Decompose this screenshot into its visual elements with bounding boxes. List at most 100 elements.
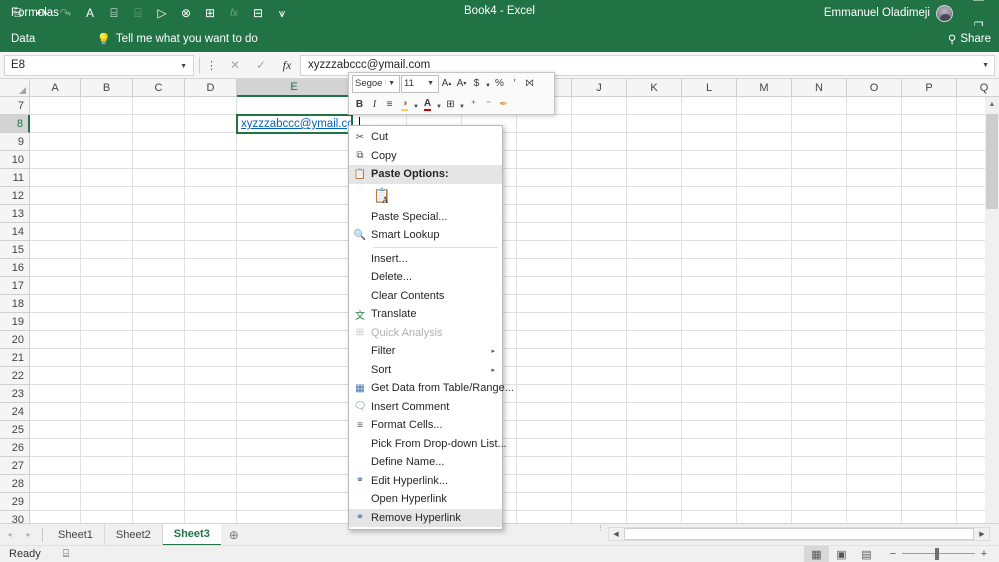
row-header-19[interactable]: 19 xyxy=(0,313,30,331)
cell-E30[interactable] xyxy=(237,511,352,523)
menu-item-define-name[interactable]: Define Name... xyxy=(349,453,502,472)
ribbon-tab-data[interactable]: Data xyxy=(0,26,87,52)
menu-item-insert[interactable]: Insert... xyxy=(349,250,502,269)
sheet-tab-sheet3[interactable]: Sheet3 xyxy=(163,524,221,546)
cell-B8[interactable] xyxy=(81,115,133,133)
translate-icon[interactable]: ⌸ xyxy=(126,2,150,24)
italic-icon[interactable]: I xyxy=(367,96,382,114)
freeze-panes-icon[interactable]: ⊟ xyxy=(246,2,270,24)
read-aloud-icon[interactable]: ⌸ xyxy=(102,2,126,24)
cell-P21[interactable] xyxy=(902,349,957,367)
cell-D21[interactable] xyxy=(185,349,237,367)
cell-C24[interactable] xyxy=(133,403,185,421)
grid-row[interactable] xyxy=(30,169,999,187)
menu-item-cut[interactable]: ✂Cut xyxy=(349,128,502,147)
cell-I26[interactable] xyxy=(517,439,572,457)
cell-M28[interactable] xyxy=(737,475,792,493)
cell-L7[interactable] xyxy=(682,97,737,115)
menu-item-paste-options[interactable]: 📋Paste Options: xyxy=(349,165,502,184)
cell-I14[interactable] xyxy=(517,223,572,241)
cell-A22[interactable] xyxy=(30,367,81,385)
vertical-scrollbar[interactable]: ▲ xyxy=(985,97,999,523)
cell-O20[interactable] xyxy=(847,331,902,349)
grid-row[interactable] xyxy=(30,133,999,151)
cell-A16[interactable] xyxy=(30,259,81,277)
cell-B13[interactable] xyxy=(81,205,133,223)
cell-I22[interactable] xyxy=(517,367,572,385)
grid-row[interactable] xyxy=(30,439,999,457)
cell-M16[interactable] xyxy=(737,259,792,277)
cell-L22[interactable] xyxy=(682,367,737,385)
cell-I30[interactable] xyxy=(517,511,572,523)
cell-P27[interactable] xyxy=(902,457,957,475)
cell-C23[interactable] xyxy=(133,385,185,403)
cell-N30[interactable] xyxy=(792,511,847,523)
cell-P7[interactable] xyxy=(902,97,957,115)
cell-B9[interactable] xyxy=(81,133,133,151)
cell-E25[interactable] xyxy=(237,421,352,439)
cell-C7[interactable] xyxy=(133,97,185,115)
select-all-corner[interactable] xyxy=(0,79,30,97)
cell-A26[interactable] xyxy=(30,439,81,457)
cell-B25[interactable] xyxy=(81,421,133,439)
cell-D18[interactable] xyxy=(185,295,237,313)
cell-K9[interactable] xyxy=(627,133,682,151)
grid-row[interactable] xyxy=(30,151,999,169)
tell-me-box[interactable]: 💡 Tell me what you want to do xyxy=(97,32,258,46)
cell-D26[interactable] xyxy=(185,439,237,457)
prev-sheet-icon[interactable]: ◂ xyxy=(0,524,19,546)
shrink-font-icon[interactable]: A▾ xyxy=(454,75,469,93)
row-header-22[interactable]: 22 xyxy=(0,367,30,385)
menu-item-format-cells[interactable]: ≡Format Cells... xyxy=(349,416,502,435)
cell-J14[interactable] xyxy=(572,223,627,241)
cell-D28[interactable] xyxy=(185,475,237,493)
cell-D17[interactable] xyxy=(185,277,237,295)
cell-J10[interactable] xyxy=(572,151,627,169)
cell-M18[interactable] xyxy=(737,295,792,313)
zoom-slider[interactable] xyxy=(900,547,977,561)
cell-D20[interactable] xyxy=(185,331,237,349)
cell-N11[interactable] xyxy=(792,169,847,187)
chevron-down-icon[interactable]: ▼ xyxy=(386,80,397,87)
cell-J25[interactable] xyxy=(572,421,627,439)
insert-function-icon[interactable]: fx xyxy=(274,55,300,76)
cell-O14[interactable] xyxy=(847,223,902,241)
cell-N21[interactable] xyxy=(792,349,847,367)
row-header-10[interactable]: 10 xyxy=(0,151,30,169)
cell-K15[interactable] xyxy=(627,241,682,259)
cell-C8[interactable] xyxy=(133,115,185,133)
row-header-12[interactable]: 12 xyxy=(0,187,30,205)
view-buttons[interactable]: ▦▣▤ xyxy=(804,546,879,562)
customize-qat-icon[interactable]: ⩛ xyxy=(270,2,294,24)
cell-C17[interactable] xyxy=(133,277,185,295)
cell-D13[interactable] xyxy=(185,205,237,223)
cell-J17[interactable] xyxy=(572,277,627,295)
cell-C30[interactable] xyxy=(133,511,185,523)
fill-color-icon[interactable]: ◑ xyxy=(397,96,412,114)
cell-I27[interactable] xyxy=(517,457,572,475)
cell-M9[interactable] xyxy=(737,133,792,151)
cell-M10[interactable] xyxy=(737,151,792,169)
cell-K16[interactable] xyxy=(627,259,682,277)
cell-B12[interactable] xyxy=(81,187,133,205)
cell-J30[interactable] xyxy=(572,511,627,523)
cell-J7[interactable] xyxy=(572,97,627,115)
cell-C18[interactable] xyxy=(133,295,185,313)
cell-B21[interactable] xyxy=(81,349,133,367)
sheet-tab-sheet2[interactable]: Sheet2 xyxy=(105,524,163,546)
cell-A15[interactable] xyxy=(30,241,81,259)
grid-row[interactable] xyxy=(30,295,999,313)
cell-K19[interactable] xyxy=(627,313,682,331)
cell-A10[interactable] xyxy=(30,151,81,169)
cell-M8[interactable] xyxy=(737,115,792,133)
paste-keep-text-only-icon[interactable]: 📋A xyxy=(373,186,391,206)
cell-A27[interactable] xyxy=(30,457,81,475)
context-menu[interactable]: ✂Cut⧉Copy📋Paste Options:📋APaste Special.… xyxy=(348,125,503,530)
cell-N12[interactable] xyxy=(792,187,847,205)
cell-O27[interactable] xyxy=(847,457,902,475)
cell-C12[interactable] xyxy=(133,187,185,205)
cell-J29[interactable] xyxy=(572,493,627,511)
name-box[interactable]: E8 ▼ xyxy=(4,55,194,76)
chevron-down-icon[interactable]: ▼ xyxy=(484,75,492,93)
cell-C20[interactable] xyxy=(133,331,185,349)
